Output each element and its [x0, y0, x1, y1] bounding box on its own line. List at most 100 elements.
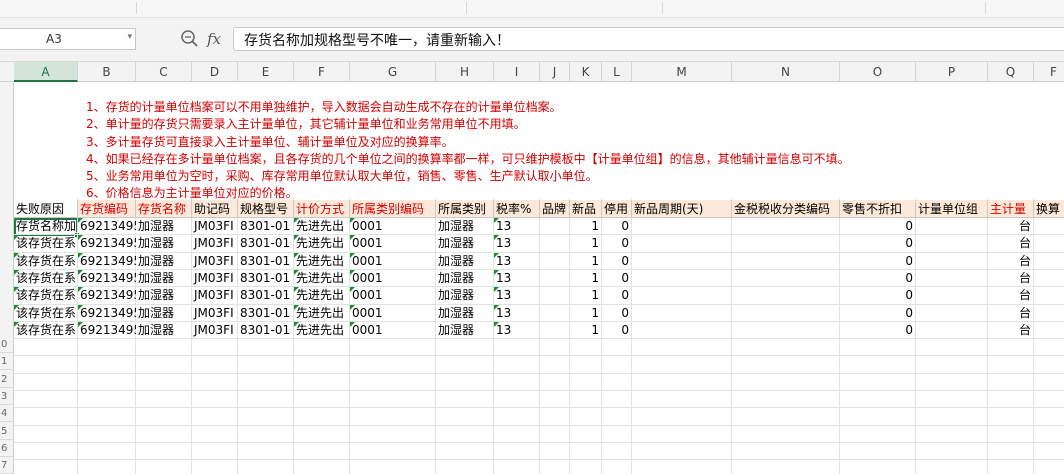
table-cell[interactable]: 69213495: [78, 218, 136, 235]
table-cell[interactable]: [1034, 322, 1064, 339]
table-cell[interactable]: JM03FI: [192, 322, 238, 339]
table-cell[interactable]: 0: [840, 253, 916, 270]
table-cell[interactable]: 先进先出: [294, 252, 350, 270]
table-cell[interactable]: 该存货在系: [14, 252, 78, 270]
column-header-f[interactable]: F: [1034, 62, 1064, 82]
table-cell[interactable]: 8301-01: [238, 253, 294, 270]
table-cell[interactable]: 8301-01: [238, 218, 294, 235]
table-cell[interactable]: 该存货在系: [14, 321, 78, 339]
table-cell[interactable]: [1034, 253, 1064, 270]
table-cell[interactable]: 0001: [350, 304, 436, 322]
column-header-f[interactable]: F: [294, 62, 350, 82]
table-cell[interactable]: [916, 322, 988, 339]
table-header-cell[interactable]: 所属类别: [436, 200, 494, 218]
table-cell[interactable]: 加湿器: [436, 270, 494, 287]
table-cell[interactable]: 该存货在系: [14, 235, 78, 252]
column-header-q[interactable]: Q: [988, 62, 1034, 82]
table-cell[interactable]: 1: [570, 235, 602, 252]
table-cell[interactable]: 台: [988, 253, 1034, 270]
table-cell[interactable]: [540, 235, 570, 252]
table-cell[interactable]: [632, 305, 732, 322]
table-header-cell[interactable]: 计量单位组: [916, 200, 988, 218]
magnifier-icon[interactable]: [179, 28, 201, 50]
table-cell[interactable]: 0: [602, 253, 632, 270]
table-cell[interactable]: 13: [494, 235, 540, 252]
table-cell[interactable]: 13: [494, 304, 540, 322]
table-header-cell[interactable]: 零售不折扣: [840, 200, 916, 218]
table-cell[interactable]: 0: [602, 218, 632, 235]
column-header-k[interactable]: K: [570, 62, 602, 82]
table-cell[interactable]: JM03FI: [192, 253, 238, 270]
column-header-b[interactable]: B: [78, 62, 136, 82]
table-cell[interactable]: 加湿器: [136, 218, 192, 235]
table-cell[interactable]: 存货名称加: [14, 218, 78, 235]
table-header-cell[interactable]: 新品: [570, 200, 602, 218]
table-cell[interactable]: 0: [840, 270, 916, 287]
table-cell[interactable]: 8301-01: [238, 322, 294, 339]
table-header-cell[interactable]: 新品周期(天): [632, 200, 732, 218]
table-cell[interactable]: 0: [840, 287, 916, 304]
table-cell[interactable]: 先进先出: [294, 321, 350, 339]
table-cell[interactable]: 该存货在系: [14, 304, 78, 322]
table-header-cell[interactable]: 金税税收分类编码: [732, 200, 840, 218]
table-header-cell[interactable]: 停用: [602, 200, 632, 218]
table-cell[interactable]: [1034, 287, 1064, 304]
table-cell[interactable]: [916, 235, 988, 252]
table-cell[interactable]: 0001: [350, 321, 436, 339]
table-cell[interactable]: [632, 322, 732, 339]
table-cell[interactable]: 1: [570, 305, 602, 322]
table-cell[interactable]: 8301-01: [238, 270, 294, 287]
table-cell[interactable]: 0: [602, 235, 632, 252]
table-cell[interactable]: 加湿器: [436, 253, 494, 270]
table-cell[interactable]: 该存货在系: [14, 287, 78, 304]
table-cell[interactable]: 69213495: [78, 235, 136, 252]
column-header-o[interactable]: O: [840, 62, 916, 82]
table-cell[interactable]: [916, 287, 988, 304]
column-header-g[interactable]: G: [350, 62, 436, 82]
column-header-i[interactable]: I: [494, 62, 540, 82]
table-header-cell[interactable]: 计价方式: [294, 200, 350, 218]
table-cell[interactable]: [1034, 235, 1064, 252]
table-cell[interactable]: 13: [494, 321, 540, 339]
table-cell[interactable]: 0001: [350, 269, 436, 287]
table-cell[interactable]: 先进先出: [294, 287, 350, 304]
row-header[interactable]: 1: [0, 353, 14, 371]
table-cell[interactable]: 0001: [350, 235, 436, 252]
row-header[interactable]: 7: [0, 457, 14, 474]
table-cell[interactable]: 加湿器: [136, 235, 192, 252]
table-cell[interactable]: [732, 305, 840, 322]
table-cell[interactable]: 1: [570, 322, 602, 339]
table-cell[interactable]: 加湿器: [136, 287, 192, 304]
table-cell[interactable]: [632, 235, 732, 252]
row-header[interactable]: 0: [0, 336, 14, 353]
table-cell[interactable]: 1: [570, 270, 602, 287]
table-cell[interactable]: 0: [840, 305, 916, 322]
table-header-cell[interactable]: 所属类别编码: [350, 200, 436, 218]
table-cell[interactable]: 13: [494, 287, 540, 304]
table-cell[interactable]: JM03FI: [192, 235, 238, 252]
column-header-j[interactable]: J: [540, 62, 570, 82]
table-cell[interactable]: [916, 270, 988, 287]
table-cell[interactable]: [1034, 270, 1064, 287]
table-cell[interactable]: 台: [988, 235, 1034, 252]
table-header-cell[interactable]: 助记码: [192, 200, 238, 218]
table-header-cell[interactable]: 税率%: [494, 200, 540, 218]
column-header-l[interactable]: L: [602, 62, 632, 82]
table-cell[interactable]: JM03FI: [192, 287, 238, 304]
function-icon[interactable]: fx: [207, 30, 221, 48]
table-cell[interactable]: [632, 270, 732, 287]
table-cell[interactable]: [732, 235, 840, 252]
table-cell[interactable]: 0: [840, 218, 916, 235]
table-cell[interactable]: 台: [988, 305, 1034, 322]
column-header-p[interactable]: P: [916, 62, 988, 82]
table-cell[interactable]: 台: [988, 322, 1034, 339]
table-cell[interactable]: 69213495: [78, 269, 136, 287]
table-cell[interactable]: 0: [840, 322, 916, 339]
table-cell[interactable]: 1: [570, 253, 602, 270]
table-cell[interactable]: [916, 305, 988, 322]
table-cell[interactable]: JM03FI: [192, 218, 238, 235]
table-cell[interactable]: [732, 322, 840, 339]
table-cell[interactable]: [732, 218, 840, 235]
table-cell[interactable]: [540, 253, 570, 270]
table-cell[interactable]: 1: [570, 287, 602, 304]
